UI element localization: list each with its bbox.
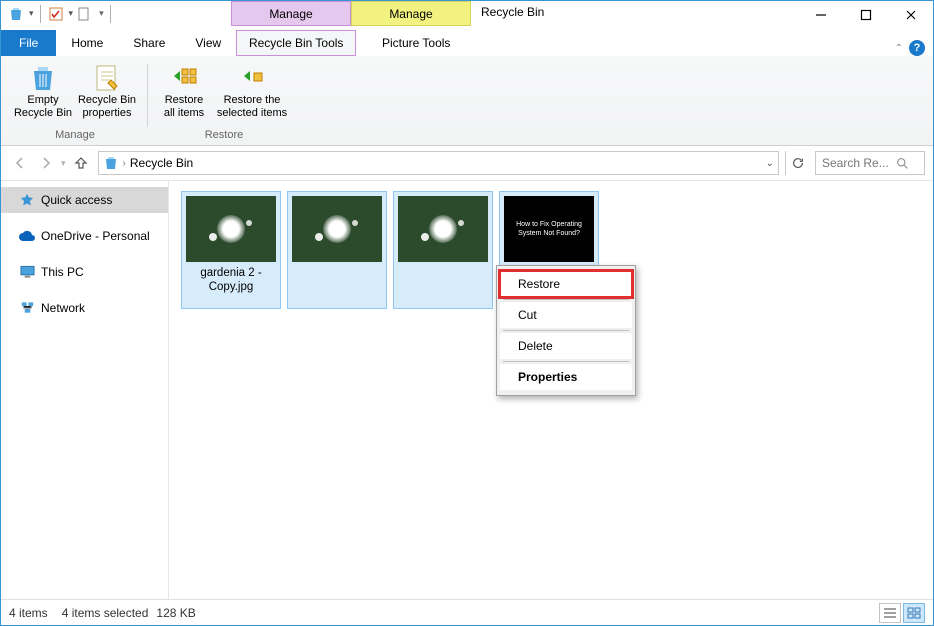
back-button[interactable] bbox=[9, 152, 31, 174]
window-title: Recycle Bin bbox=[481, 5, 544, 19]
file-tab[interactable]: File bbox=[1, 30, 56, 56]
file-name: gardenia 2 - Copy.jpg bbox=[186, 262, 276, 304]
thumbnail: How to Fix Operating System Not Found? bbox=[504, 196, 594, 262]
navigation-pane: Quick access OneDrive - Personal This PC… bbox=[1, 181, 169, 599]
address-bar[interactable]: › Recycle Bin ⌄ bbox=[98, 151, 779, 175]
label: Empty Recycle Bin bbox=[14, 94, 72, 120]
separator bbox=[503, 330, 629, 331]
status-size: 128 KB bbox=[156, 606, 195, 620]
context-menu-properties[interactable]: Properties bbox=[500, 364, 632, 390]
restore-all-items-button[interactable]: Restore all items bbox=[158, 60, 210, 127]
network-icon bbox=[19, 300, 35, 316]
tab-view[interactable]: View bbox=[180, 30, 236, 56]
quick-access-toolbar: ▾ ▾ ▾ bbox=[1, 1, 115, 26]
tab-recycle-bin-tools[interactable]: Recycle Bin Tools bbox=[236, 30, 356, 56]
context-menu-delete[interactable]: Delete bbox=[500, 333, 632, 359]
sidebar-item-this-pc[interactable]: This PC bbox=[1, 259, 168, 285]
recycle-bin-icon bbox=[103, 155, 119, 171]
window-controls bbox=[798, 1, 933, 29]
restore-selected-items-button[interactable]: Restore the selected items bbox=[214, 60, 290, 127]
refresh-button[interactable] bbox=[785, 151, 809, 175]
label: Restore the selected items bbox=[217, 94, 287, 120]
tab-picture-tools[interactable]: Picture Tools bbox=[356, 30, 476, 56]
qat-dropdown-icon[interactable]: ▾ bbox=[29, 8, 34, 19]
tab-share[interactable]: Share bbox=[118, 30, 180, 56]
label: This PC bbox=[41, 265, 84, 279]
recycle-bin-properties-button[interactable]: Recycle Bin properties bbox=[77, 60, 137, 127]
sidebar-item-network[interactable]: Network bbox=[1, 295, 168, 321]
sidebar-item-quick-access[interactable]: Quick access bbox=[1, 187, 168, 213]
ribbon-group-restore: Restore all items Restore the selected i… bbox=[152, 60, 296, 145]
ribbon-group-manage: Empty Recycle Bin Recycle Bin properties… bbox=[7, 60, 143, 145]
separator bbox=[40, 5, 41, 23]
star-icon bbox=[19, 192, 35, 208]
view-details-button[interactable] bbox=[879, 603, 901, 623]
minimize-button[interactable] bbox=[798, 1, 843, 29]
context-menu-cut[interactable]: Cut bbox=[500, 302, 632, 328]
recent-locations-dropdown-icon[interactable]: ▾ bbox=[61, 158, 66, 169]
label: Restore all items bbox=[164, 94, 204, 120]
forward-button[interactable] bbox=[35, 152, 57, 174]
pc-icon bbox=[19, 264, 35, 280]
label: Network bbox=[41, 301, 85, 315]
close-button[interactable] bbox=[888, 1, 933, 29]
view-large-icons-button[interactable] bbox=[903, 603, 925, 623]
status-item-count: 4 items bbox=[9, 606, 48, 620]
up-button[interactable] bbox=[70, 152, 92, 174]
thumbnail bbox=[292, 196, 382, 262]
items-view[interactable]: gardenia 2 - Copy.jpg How to Fix Operati… bbox=[169, 181, 933, 599]
titlebar: ▾ ▾ ▾ Manage Manage Recycle Bin File Hom… bbox=[1, 1, 933, 56]
contextual-header-recyclebin: Manage bbox=[231, 1, 351, 26]
file-item[interactable] bbox=[393, 191, 493, 309]
label: Recycle Bin properties bbox=[78, 94, 136, 120]
context-menu: Restore Cut Delete Properties bbox=[496, 265, 636, 396]
body: Quick access OneDrive - Personal This PC… bbox=[1, 180, 933, 599]
sidebar-item-onedrive[interactable]: OneDrive - Personal bbox=[1, 223, 168, 249]
ribbon-collapse-icon[interactable]: ⌃ bbox=[895, 43, 903, 54]
status-selection-count: 4 items selected bbox=[62, 606, 149, 620]
contextual-header-picture: Manage bbox=[351, 1, 471, 26]
label: OneDrive - Personal bbox=[41, 229, 150, 243]
search-icon bbox=[896, 157, 909, 170]
properties-check-icon[interactable] bbox=[47, 5, 65, 23]
cloud-icon bbox=[19, 228, 35, 244]
help-icon[interactable]: ? bbox=[909, 40, 925, 56]
search-input[interactable] bbox=[820, 155, 892, 171]
status-bar: 4 items 4 items selected 128 KB bbox=[1, 599, 933, 625]
ribbon-tabstrip: File Home Share View Recycle Bin Tools P… bbox=[1, 26, 933, 56]
explorer-window: ▾ ▾ ▾ Manage Manage Recycle Bin File Hom… bbox=[0, 0, 934, 626]
maximize-button[interactable] bbox=[843, 1, 888, 29]
separator bbox=[147, 64, 148, 127]
separator bbox=[503, 361, 629, 362]
new-doc-icon[interactable] bbox=[75, 5, 93, 23]
navigation-bar: ▾ › Recycle Bin ⌄ bbox=[1, 146, 933, 180]
ribbon-group-label: Manage bbox=[55, 127, 95, 145]
chevron-right-icon[interactable]: › bbox=[123, 158, 126, 169]
qat-dropdown-icon[interactable]: ▾ bbox=[69, 8, 74, 19]
tab-home[interactable]: Home bbox=[56, 30, 118, 56]
recycle-bin-icon bbox=[7, 5, 25, 23]
file-item[interactable] bbox=[287, 191, 387, 309]
address-location[interactable]: Recycle Bin bbox=[130, 156, 193, 170]
file-item[interactable]: gardenia 2 - Copy.jpg bbox=[181, 191, 281, 309]
thumbnail bbox=[398, 196, 488, 262]
label: Quick access bbox=[41, 193, 112, 207]
separator bbox=[503, 299, 629, 300]
separator bbox=[110, 5, 111, 23]
search-box[interactable] bbox=[815, 151, 925, 175]
thumbnail bbox=[186, 196, 276, 262]
contextual-tab-headers: Manage Manage bbox=[231, 1, 471, 26]
empty-recycle-bin-button[interactable]: Empty Recycle Bin bbox=[13, 60, 73, 127]
context-menu-restore[interactable]: Restore bbox=[500, 271, 632, 297]
ribbon-group-label: Restore bbox=[205, 127, 244, 145]
qat-customize-icon[interactable]: ▾ bbox=[99, 8, 104, 19]
address-dropdown-icon[interactable]: ⌄ bbox=[766, 158, 774, 169]
ribbon: Empty Recycle Bin Recycle Bin properties… bbox=[1, 56, 933, 146]
